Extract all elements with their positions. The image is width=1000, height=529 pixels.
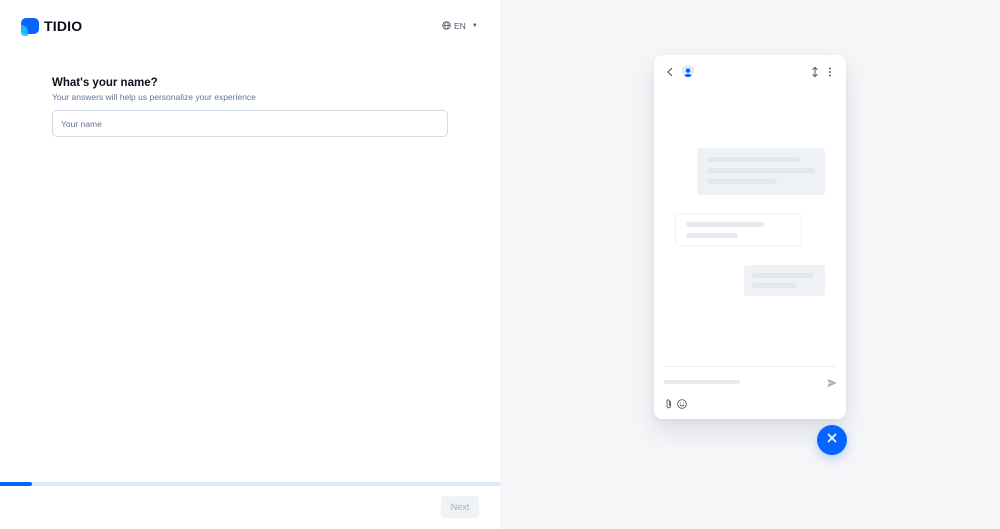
- chat-widget-preview: [654, 55, 846, 419]
- question-title: What's your name?: [52, 77, 158, 89]
- language-selector[interactable]: EN ▼: [442, 20, 478, 32]
- question-subtitle: Your answers will help us personalize yo…: [52, 92, 256, 102]
- widget-close-button[interactable]: [817, 425, 847, 455]
- globe-icon: [442, 20, 451, 32]
- text-skeleton: [707, 168, 815, 173]
- text-skeleton: [686, 233, 738, 238]
- progress-bar: [0, 482, 500, 486]
- text-skeleton: [752, 283, 796, 288]
- text-skeleton: [707, 179, 777, 184]
- send-icon[interactable]: [826, 376, 838, 388]
- caret-down-icon: ▼: [471, 23, 478, 29]
- message-placeholder: [744, 265, 825, 296]
- name-input[interactable]: [52, 110, 448, 137]
- progress-bar-fill: [0, 482, 32, 486]
- composer-divider: [664, 366, 836, 367]
- onboarding-form-pane: TIDIO EN ▼ What's your name? Your answer…: [0, 0, 500, 529]
- message-placeholder: [697, 148, 825, 195]
- tidio-logo: TIDIO: [20, 16, 82, 36]
- attachment-icon[interactable]: [663, 397, 675, 409]
- next-button[interactable]: Next: [441, 496, 479, 518]
- text-skeleton: [686, 222, 764, 227]
- emoji-icon[interactable]: [676, 397, 688, 409]
- tidio-logo-icon: [20, 17, 39, 36]
- message-placeholder: [675, 213, 802, 246]
- language-label: EN: [454, 21, 466, 31]
- text-skeleton: [707, 157, 800, 162]
- composer-input-placeholder[interactable]: [664, 380, 740, 384]
- brand-name: TIDIO: [44, 18, 83, 34]
- expand-icon[interactable]: [809, 65, 821, 78]
- text-skeleton: [752, 273, 814, 278]
- avatar-icon: [682, 65, 694, 77]
- close-icon: [826, 431, 838, 449]
- back-icon[interactable]: [664, 65, 676, 77]
- more-icon[interactable]: [824, 65, 836, 77]
